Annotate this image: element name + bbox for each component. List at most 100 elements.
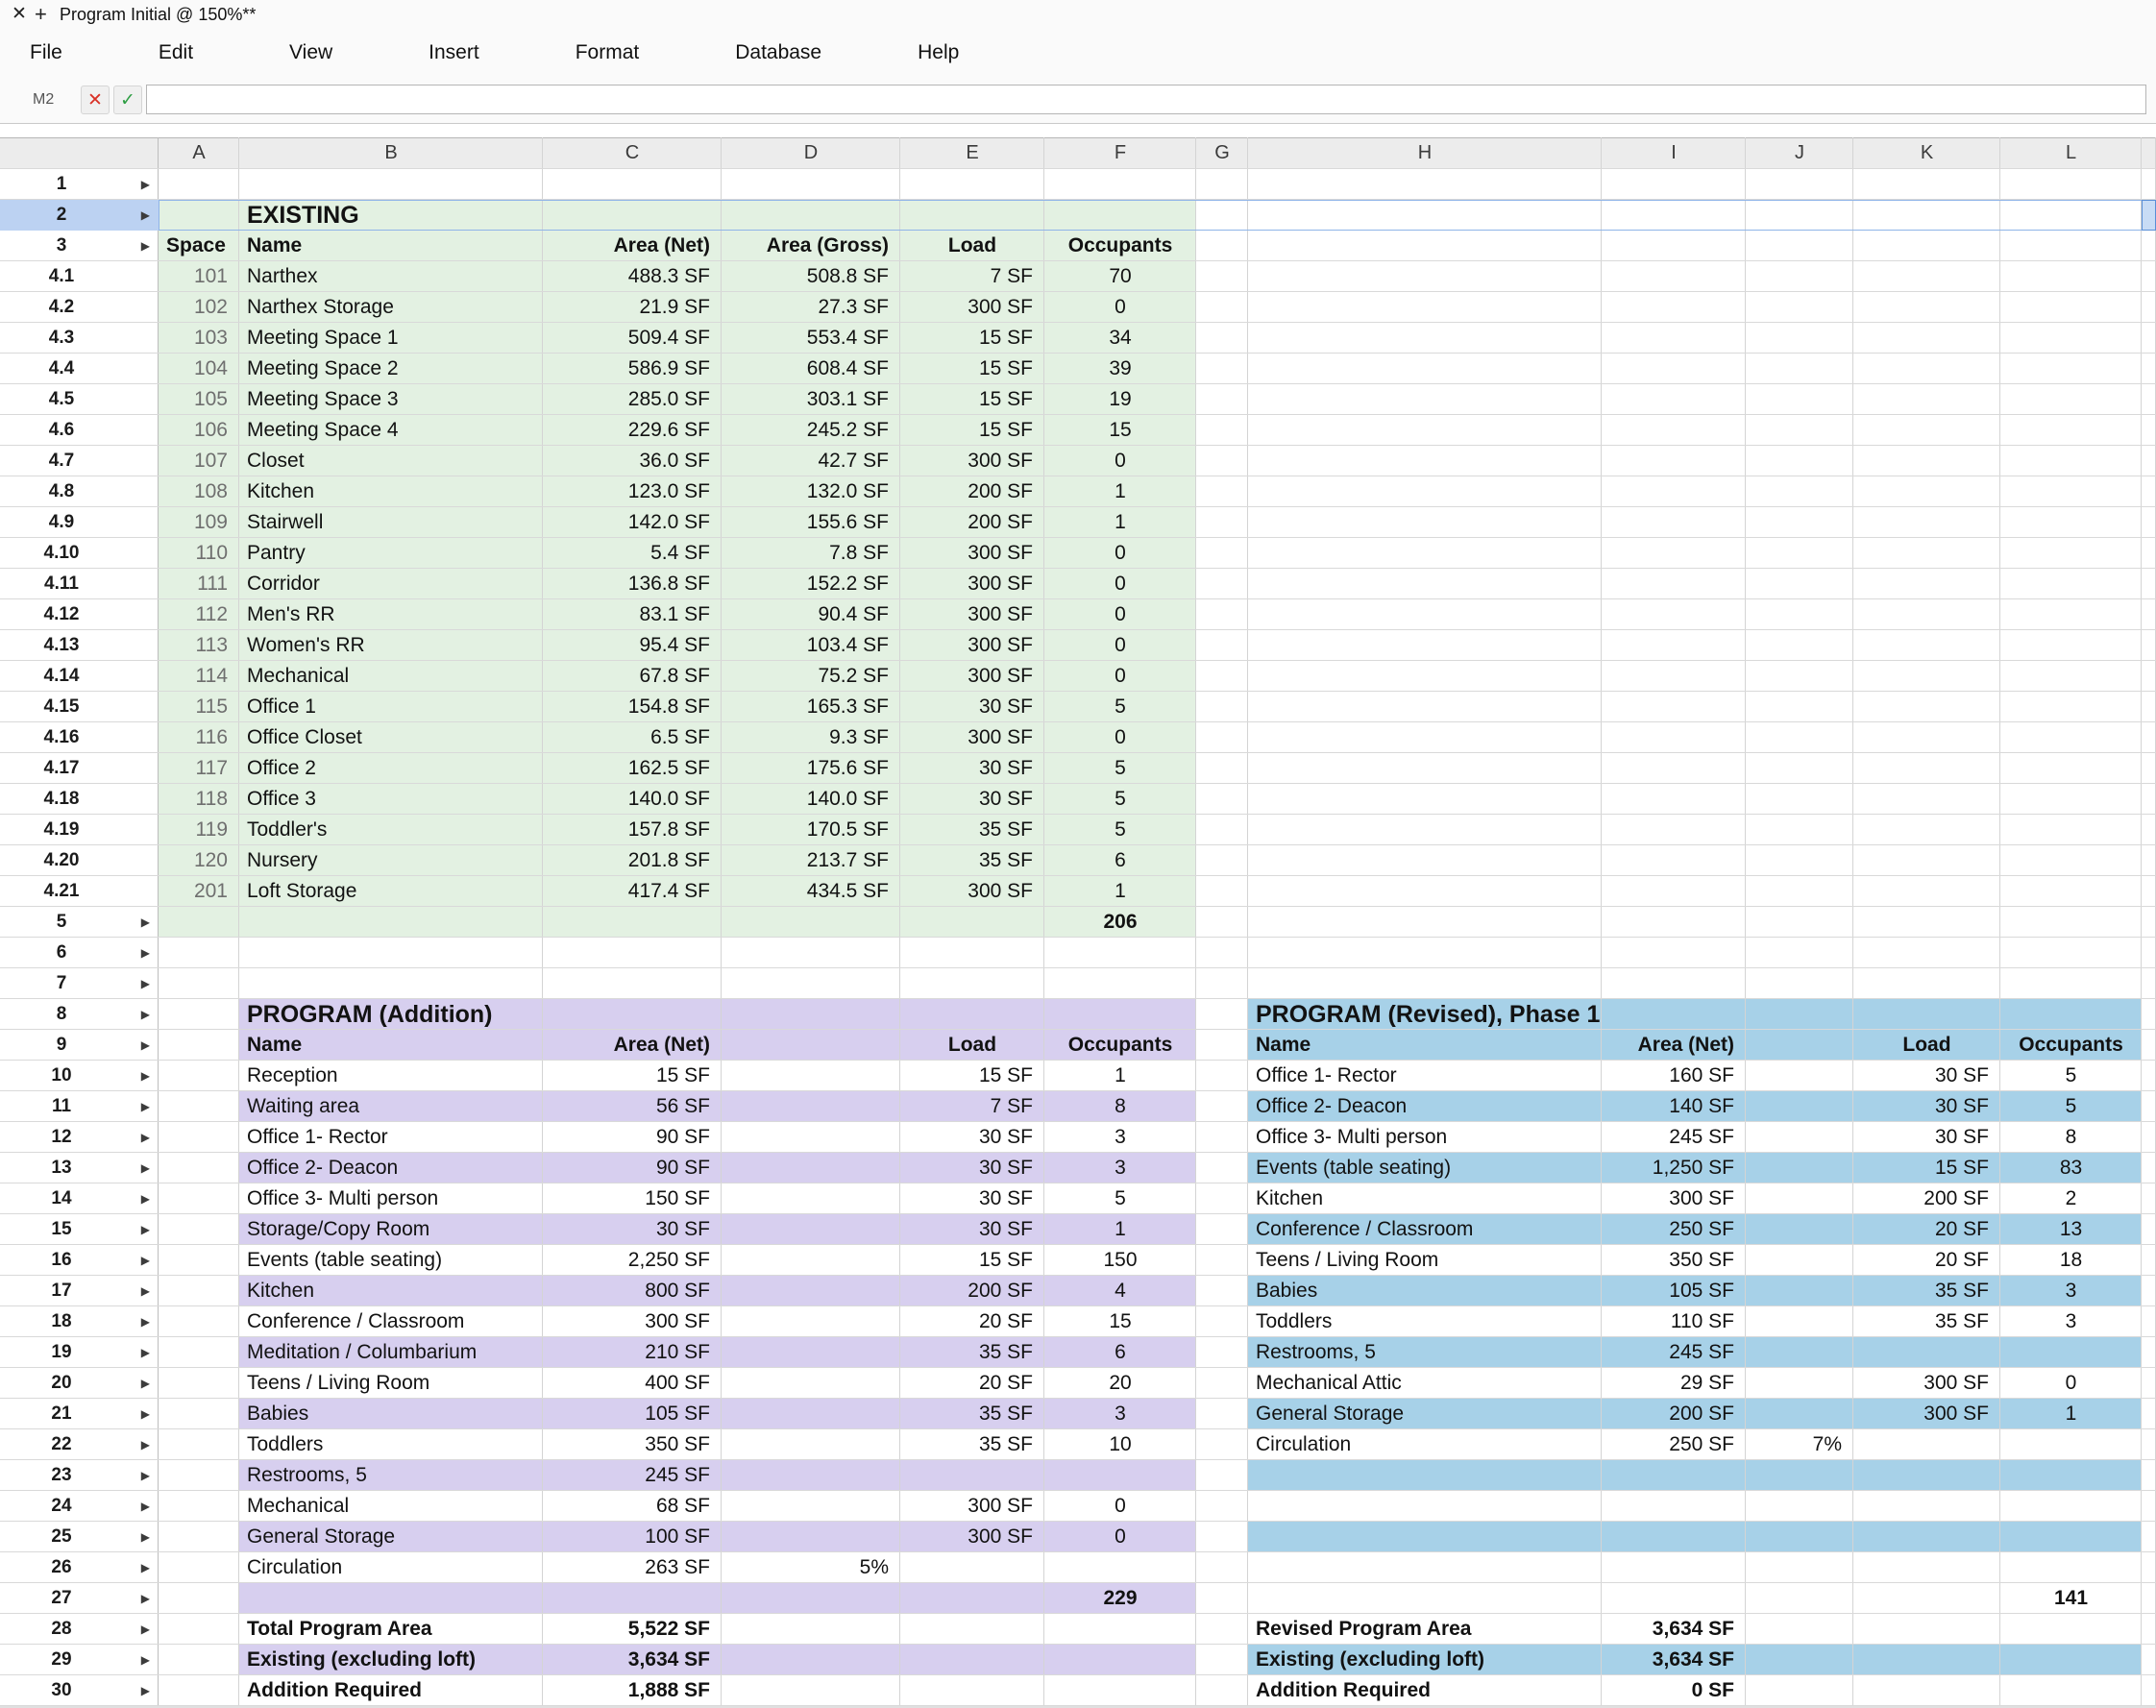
cell[interactable]: 35 SF — [900, 845, 1044, 876]
cell[interactable]: 300 SF — [900, 446, 1044, 476]
cell[interactable]: Meeting Space 2 — [239, 354, 543, 384]
row-header[interactable]: 20▶ — [0, 1368, 159, 1399]
cell[interactable]: Meeting Space 4 — [239, 415, 543, 446]
cell[interactable]: Office 2 — [239, 753, 543, 784]
row-header[interactable]: 19▶ — [0, 1337, 159, 1368]
row-header[interactable]: 4.15 — [0, 692, 159, 722]
cell[interactable]: 285.0 SF — [543, 384, 722, 415]
spreadsheet-grid[interactable]: ABCDEFGHIJKL1▶2▶EXISTING3▶SpaceNameArea … — [0, 0, 2156, 1708]
cell[interactable]: 20 SF — [1853, 1245, 2000, 1276]
cell[interactable]: Storage/Copy Room — [239, 1214, 543, 1245]
row-header[interactable]: 5▶ — [0, 907, 159, 938]
cell[interactable]: 1 — [2000, 1399, 2142, 1429]
cell[interactable]: 300 SF — [900, 538, 1044, 569]
cell[interactable]: 103 — [159, 323, 239, 354]
cell[interactable]: 95.4 SF — [543, 630, 722, 661]
cell[interactable]: 3 — [1044, 1153, 1196, 1183]
cell[interactable]: 70 — [1044, 261, 1196, 292]
cell[interactable]: 117 — [159, 753, 239, 784]
cell[interactable]: 132.0 SF — [722, 476, 900, 507]
cell[interactable]: 35 SF — [900, 815, 1044, 845]
cell[interactable]: 0 — [1044, 538, 1196, 569]
cell[interactable]: 30 SF — [900, 1153, 1044, 1183]
row-disclosure-icon[interactable]: ▶ — [141, 1276, 150, 1306]
cell[interactable]: 155.6 SF — [722, 507, 900, 538]
row-header[interactable]: 28▶ — [0, 1614, 159, 1645]
cell[interactable]: Teens / Living Room — [239, 1368, 543, 1399]
cell[interactable]: 30 SF — [1853, 1122, 2000, 1153]
row-header[interactable]: 22▶ — [0, 1429, 159, 1460]
column-header[interactable]: K — [1853, 137, 2000, 169]
cell[interactable]: 10 — [1044, 1429, 1196, 1460]
cell[interactable]: 36.0 SF — [543, 446, 722, 476]
cell[interactable]: 200 SF — [1853, 1183, 2000, 1214]
row-disclosure-icon[interactable]: ▶ — [141, 169, 150, 200]
cell[interactable]: 0 — [1044, 446, 1196, 476]
cell[interactable]: PROGRAM (Addition) — [239, 999, 543, 1030]
cell[interactable]: 3 — [1044, 1122, 1196, 1153]
row-header[interactable]: 30▶ — [0, 1675, 159, 1706]
cell[interactable]: 200 SF — [900, 476, 1044, 507]
cell[interactable]: Area (Gross) — [722, 231, 900, 261]
column-header[interactable]: G — [1196, 137, 1248, 169]
cell[interactable]: 15 — [1044, 415, 1196, 446]
cell[interactable]: 42.7 SF — [722, 446, 900, 476]
cell[interactable]: 6.5 SF — [543, 722, 722, 753]
row-header[interactable]: 16▶ — [0, 1245, 159, 1276]
cell[interactable]: Toddler's — [239, 815, 543, 845]
row-header[interactable]: 4.21 — [0, 876, 159, 907]
cell[interactable]: 200 SF — [900, 507, 1044, 538]
cell[interactable]: Existing (excluding loft) — [239, 1645, 543, 1675]
cell[interactable]: 300 SF — [900, 630, 1044, 661]
row-disclosure-icon[interactable]: ▶ — [141, 1552, 150, 1583]
row-disclosure-icon[interactable]: ▶ — [141, 999, 150, 1030]
cell[interactable]: 300 SF — [900, 876, 1044, 907]
cell[interactable]: 20 — [1044, 1368, 1196, 1399]
cell[interactable]: 245 SF — [1602, 1337, 1746, 1368]
cell[interactable]: General Storage — [1248, 1399, 1602, 1429]
cell[interactable]: 5 — [2000, 1061, 2142, 1091]
cell[interactable]: 107 — [159, 446, 239, 476]
row-header[interactable]: 4.16 — [0, 722, 159, 753]
row-disclosure-icon[interactable]: ▶ — [141, 1153, 150, 1183]
cell[interactable]: 120 — [159, 845, 239, 876]
cell[interactable]: 13 — [2000, 1214, 2142, 1245]
cell[interactable]: 300 SF — [900, 599, 1044, 630]
row-header[interactable]: 4.7 — [0, 446, 159, 476]
cell[interactable]: 90 SF — [543, 1122, 722, 1153]
cell[interactable]: 21.9 SF — [543, 292, 722, 323]
cell[interactable]: 213.7 SF — [722, 845, 900, 876]
row-disclosure-icon[interactable]: ▶ — [141, 1245, 150, 1276]
cell[interactable]: 29 SF — [1602, 1368, 1746, 1399]
cell[interactable]: 488.3 SF — [543, 261, 722, 292]
cell[interactable]: 18 — [2000, 1245, 2142, 1276]
cell[interactable]: Office 3- Multi person — [239, 1183, 543, 1214]
cell[interactable]: 68 SF — [543, 1491, 722, 1522]
cell[interactable]: 3,634 SF — [1602, 1645, 1746, 1675]
row-header[interactable]: 4.11 — [0, 569, 159, 599]
cell[interactable]: 300 SF — [1853, 1368, 2000, 1399]
row-header[interactable]: 26▶ — [0, 1552, 159, 1583]
cell[interactable]: Waiting area — [239, 1091, 543, 1122]
cell[interactable]: 1 — [1044, 507, 1196, 538]
row-disclosure-icon[interactable]: ▶ — [141, 1399, 150, 1429]
cell[interactable]: Restrooms, 5 — [239, 1460, 543, 1491]
cell[interactable]: 201 — [159, 876, 239, 907]
cell[interactable]: 201.8 SF — [543, 845, 722, 876]
cell[interactable]: 1 — [1044, 476, 1196, 507]
cell[interactable]: 30 SF — [900, 1183, 1044, 1214]
cell[interactable]: Mechanical Attic — [1248, 1368, 1602, 1399]
cell[interactable]: 434.5 SF — [722, 876, 900, 907]
row-disclosure-icon[interactable]: ▶ — [141, 1460, 150, 1491]
cell[interactable]: Occupants — [1044, 1030, 1196, 1061]
cell[interactable]: Name — [239, 1030, 543, 1061]
cell[interactable]: Load — [900, 231, 1044, 261]
row-header[interactable]: 4.20 — [0, 845, 159, 876]
cell[interactable]: 105 SF — [543, 1399, 722, 1429]
cell[interactable]: 15 SF — [1853, 1153, 2000, 1183]
cell[interactable]: 15 SF — [900, 323, 1044, 354]
row-header[interactable]: 11▶ — [0, 1091, 159, 1122]
column-header[interactable]: D — [722, 137, 900, 169]
row-disclosure-icon[interactable]: ▶ — [141, 1675, 150, 1706]
cell[interactable]: 30 SF — [900, 692, 1044, 722]
